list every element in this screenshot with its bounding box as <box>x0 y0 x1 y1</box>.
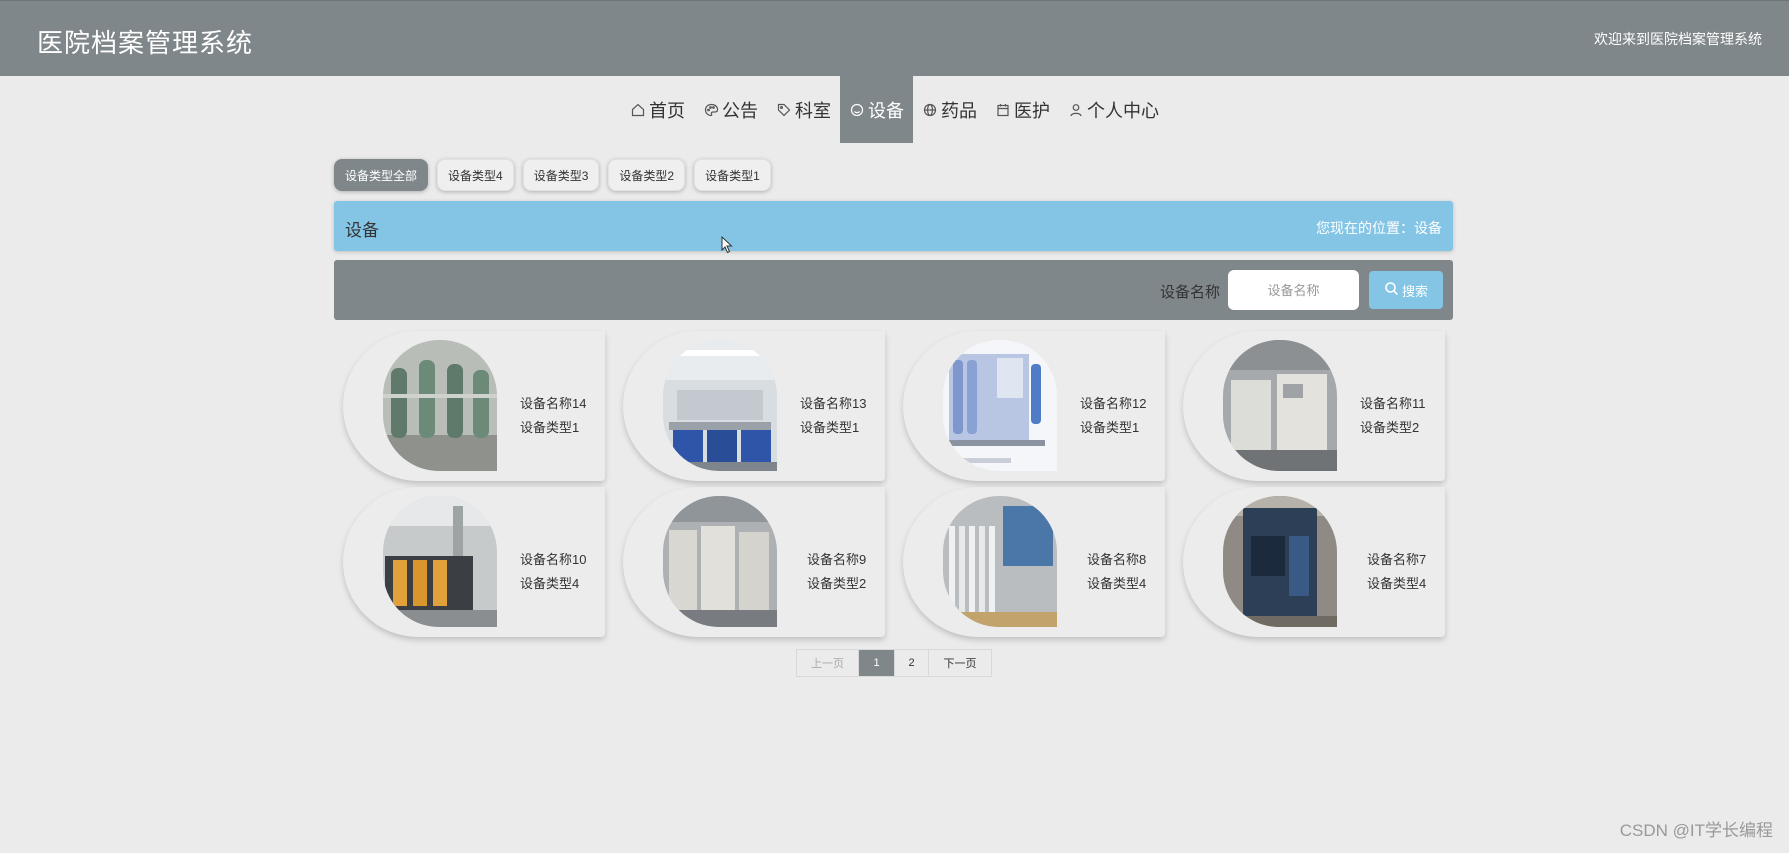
page-1-button[interactable]: 1 <box>859 650 895 676</box>
category-type2-button[interactable]: 设备类型2 <box>608 159 686 191</box>
category-all-button[interactable]: 设备类型全部 <box>334 159 429 191</box>
category-type1-button[interactable]: 设备类型1 <box>694 159 771 191</box>
device-name: 设备名称11 <box>1360 396 1426 411</box>
device-name: 设备名称14 <box>520 396 587 411</box>
nav-label: 科室 <box>795 100 831 121</box>
category-type3-button[interactable]: 设备类型3 <box>522 159 600 191</box>
device-type: 设备类型2 <box>1360 420 1420 435</box>
watermark: CSDN @IT学长编程 <box>1619 821 1773 840</box>
category-type4-button[interactable]: 设备类型4 <box>437 159 514 191</box>
device-photo <box>663 496 777 627</box>
home-icon <box>630 102 646 118</box>
device-name: 设备名称13 <box>800 396 867 411</box>
device-photo <box>383 496 497 627</box>
nav-item-profile[interactable]: 个人中心 <box>1059 76 1168 143</box>
globe-icon <box>922 102 938 118</box>
device-type: 设备类型4 <box>520 576 580 591</box>
pagination: 上一页 1 2 下一页 <box>796 649 992 677</box>
device-name: 设备名称8 <box>1087 552 1147 567</box>
search-icon <box>1384 281 1399 299</box>
device-card[interactable]: 设备名称11 设备类型2 <box>1183 331 1445 481</box>
nav-item-equipment[interactable]: 设备 <box>840 76 913 143</box>
top-header: 医院档案管理系统 欢迎来到医院档案管理系统 <box>0 0 1789 76</box>
tag-icon <box>776 102 792 118</box>
device-name: 设备名称12 <box>1080 396 1147 411</box>
nav-label: 设备 <box>868 100 904 121</box>
device-name: 设备名称9 <box>807 552 867 567</box>
mouse-cursor-icon <box>721 235 733 259</box>
prev-page-button[interactable]: 上一页 <box>797 650 859 676</box>
device-type: 设备类型1 <box>800 420 860 435</box>
nav-label: 医护 <box>1014 100 1050 121</box>
device-card[interactable]: 设备名称10 设备类型4 <box>343 487 605 637</box>
nav-item-medicine[interactable]: 药品 <box>913 76 986 143</box>
app-title: 医院档案管理系统 <box>37 28 254 58</box>
device-card[interactable]: 设备名称14 设备类型1 <box>343 331 605 481</box>
device-photo <box>943 496 1057 627</box>
device-photo <box>383 340 497 471</box>
welcome-text: 欢迎来到医院档案管理系统 <box>1594 31 1762 47</box>
device-type: 设备类型4 <box>1087 576 1147 591</box>
device-card[interactable]: 设备名称12 设备类型1 <box>903 331 1165 481</box>
palette-icon <box>703 102 719 118</box>
search-button-label: 搜索 <box>1401 283 1428 299</box>
section-title: 设备 <box>345 221 379 240</box>
device-card[interactable]: 设备名称8 设备类型4 <box>903 487 1165 637</box>
nav-label: 个人中心 <box>1087 100 1159 121</box>
nav-item-staff[interactable]: 医护 <box>986 76 1059 143</box>
nav-label: 药品 <box>941 100 977 121</box>
device-card[interactable]: 设备名称13 设备类型1 <box>623 331 885 481</box>
next-page-button[interactable]: 下一页 <box>929 650 991 676</box>
location-text: 您现在的位置：设备 <box>1316 220 1442 236</box>
device-photo <box>1223 340 1337 471</box>
device-name: 设备名称10 <box>520 552 587 567</box>
search-label: 设备名称 <box>1160 284 1221 301</box>
device-photo <box>943 340 1057 471</box>
category-filter: 设备类型全部 设备类型4 设备类型3 设备类型2 设备类型1 <box>334 159 771 191</box>
device-photo <box>1223 496 1337 627</box>
device-photo <box>663 340 777 471</box>
main-nav: 首页 公告 科室 设备 药品 医护 个人中心 <box>0 76 1789 143</box>
smile-icon <box>849 102 865 118</box>
device-type: 设备类型1 <box>1080 420 1140 435</box>
search-bar: 设备名称 搜索 <box>334 260 1453 320</box>
user-icon <box>1068 102 1084 118</box>
nav-label: 首页 <box>649 100 685 121</box>
calendar-icon <box>995 102 1011 118</box>
device-type: 设备类型1 <box>520 420 580 435</box>
nav-item-home[interactable]: 首页 <box>621 76 694 143</box>
search-button[interactable]: 搜索 <box>1369 271 1443 309</box>
nav-label: 公告 <box>722 100 758 121</box>
device-type: 设备类型4 <box>1367 576 1427 591</box>
nav-item-notice[interactable]: 公告 <box>694 76 767 143</box>
nav-item-department[interactable]: 科室 <box>767 76 840 143</box>
page-2-button[interactable]: 2 <box>895 650 929 676</box>
device-type: 设备类型2 <box>807 576 867 591</box>
device-name: 设备名称7 <box>1367 552 1427 567</box>
device-card[interactable]: 设备名称7 设备类型4 <box>1183 487 1445 637</box>
breadcrumb: 设备 您现在的位置：设备 <box>334 201 1453 251</box>
device-card[interactable]: 设备名称9 设备类型2 <box>623 487 885 637</box>
search-input[interactable] <box>1228 270 1359 310</box>
